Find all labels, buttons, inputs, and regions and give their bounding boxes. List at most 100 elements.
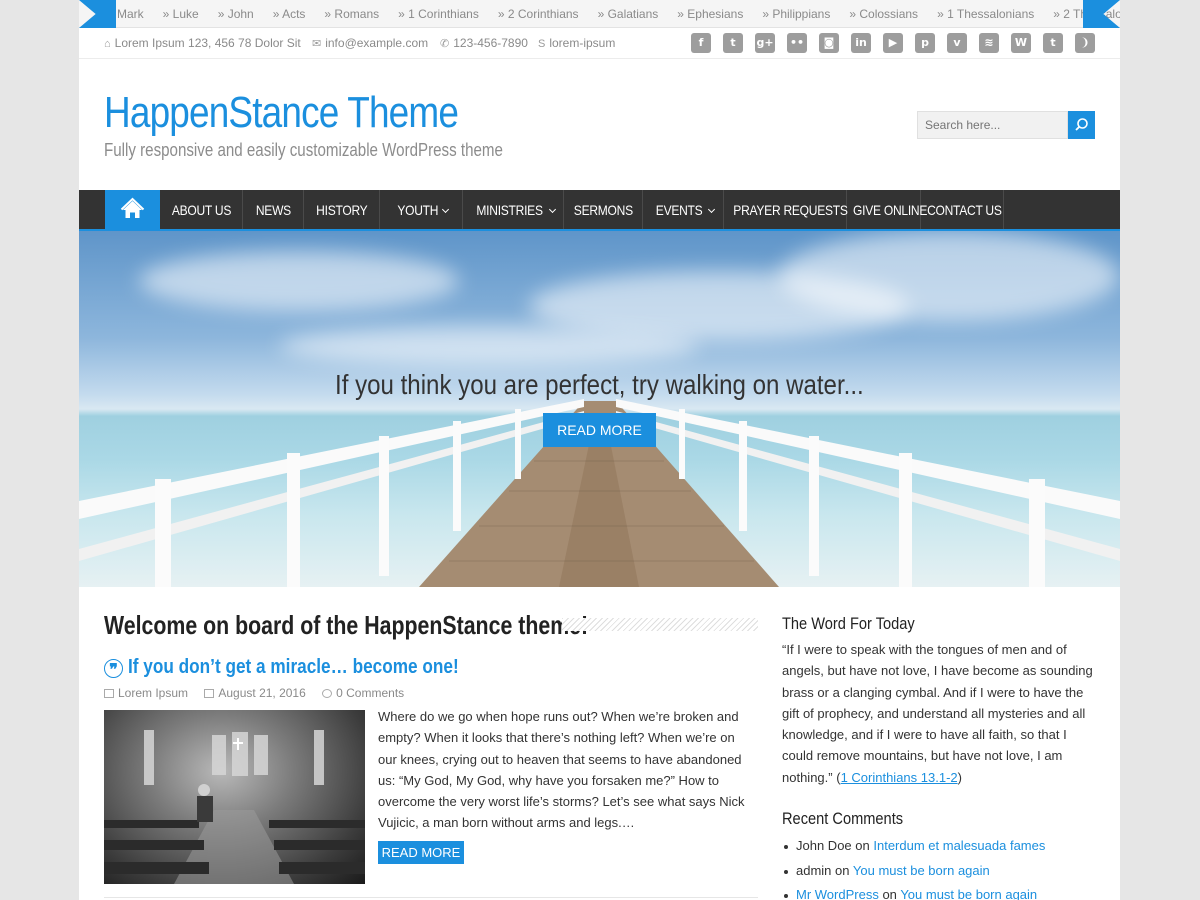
ticker-item[interactable]: Mark	[117, 0, 144, 27]
hero-slider: If you think you are perfect, try walkin…	[79, 231, 1120, 587]
nav-menu: ABOUT US NEWS HISTORY YOUTH MINISTRIES SERMON…	[160, 190, 1004, 229]
ticker-item[interactable]: » Philippians	[762, 0, 830, 27]
ticker-item[interactable]: » Romans	[324, 0, 379, 27]
phone-icon: ✆	[440, 38, 450, 50]
post-author[interactable]: Lorem Ipsum	[104, 686, 188, 700]
instagram-icon[interactable]: ◙	[819, 33, 839, 53]
linkedin-icon[interactable]: in	[851, 33, 871, 53]
nav-item-sermons[interactable]: SERMONS	[564, 190, 643, 229]
skype-text[interactable]: lorem-ipsum	[549, 36, 615, 50]
flickr-icon[interactable]: ••	[787, 33, 807, 53]
nav-item-label: EVENTS	[656, 202, 703, 218]
wordpress-icon[interactable]: W	[1011, 33, 1031, 53]
post-date-text: August 21, 2016	[218, 686, 306, 700]
comment-icon	[322, 689, 333, 698]
phone-text: 123-456-7890	[453, 36, 528, 50]
ticker-item[interactable]: » Ephesians	[677, 0, 743, 27]
search-button[interactable]	[1068, 111, 1095, 139]
ticker-item[interactable]: » Colossians	[849, 0, 918, 27]
chevron-down-icon	[707, 205, 715, 214]
nav-item-label: HISTORY	[315, 202, 368, 218]
home-icon	[120, 197, 145, 218]
word-for-today-text: “If I were to speak with the tongues of …	[782, 642, 1093, 785]
nav-item-label: ABOUT US	[171, 202, 231, 218]
quote-icon: ❞	[104, 659, 123, 679]
chevron-down-icon	[549, 205, 557, 214]
calendar-icon	[204, 689, 215, 698]
post-title-link[interactable]: If you don’t get a miracle… become one!	[128, 656, 459, 679]
pinterest-icon[interactable]: p	[915, 33, 935, 53]
comment-on-word: on	[835, 862, 850, 878]
post-divider	[104, 897, 758, 898]
nav-item-contact-us[interactable]: CONTACT US	[921, 190, 1004, 229]
ticker-item[interactable]: » 2 Corinthians	[498, 0, 579, 27]
facebook-icon[interactable]: f	[691, 33, 711, 53]
hero-read-more-button[interactable]: READ MORE	[543, 413, 656, 447]
post-author-text[interactable]: Lorem Ipsum	[118, 686, 188, 700]
contact-phone: ✆ 123-456-7890	[440, 28, 528, 59]
post-date: August 21, 2016	[204, 686, 306, 700]
comment-post-link[interactable]: You must be born again	[900, 887, 1037, 900]
welcome-heading: Welcome on board of the HappenStance the…	[104, 610, 758, 640]
email-text[interactable]: info@example.com	[325, 36, 428, 50]
pier-illustration	[79, 399, 1120, 587]
ticker-item[interactable]: » Acts	[273, 0, 306, 27]
heading-hatch-decoration	[562, 618, 758, 631]
comment-author: admin	[796, 862, 832, 878]
comment-on-word: on	[855, 838, 870, 853]
tumblr-icon[interactable]: t	[1043, 33, 1063, 53]
contact-address: ⌂ Lorem Ipsum 123, 456 78 Dolor Sit	[104, 28, 301, 59]
post-meta: Lorem Ipsum August 21, 2016 0 Comments	[104, 686, 417, 700]
ticker-item[interactable]: » 1 Corinthians	[398, 0, 479, 27]
vimeo-icon[interactable]: v	[947, 33, 967, 53]
chevron-down-icon	[442, 205, 450, 214]
scripture-reference-link[interactable]: 1 Corinthians 13.1-2	[841, 770, 958, 785]
post-comments-text[interactable]: 0 Comments	[336, 686, 404, 700]
post-thumbnail-church-interior[interactable]	[104, 710, 365, 884]
rss-icon[interactable]: ❩	[1075, 33, 1095, 53]
church-illustration	[104, 730, 365, 884]
search-form	[917, 111, 1095, 139]
nav-item-label: PRAYER REQUESTS	[733, 202, 848, 218]
google-plus-icon[interactable]: g+	[755, 33, 775, 53]
nav-item-label: MINISTRIES	[476, 202, 543, 218]
comment-author[interactable]: Mr WordPress	[796, 887, 879, 900]
hero-title-text: If you think you are perfect, try walkin…	[335, 369, 864, 400]
ticker-item[interactable]: » Luke	[163, 0, 199, 27]
spotify-icon[interactable]: ≋	[979, 33, 999, 53]
recent-comments-title: Recent Comments	[782, 809, 904, 828]
contact-bar: ⌂ Lorem Ipsum 123, 456 78 Dolor Sit ✉ info…	[79, 28, 1120, 59]
ticker-item[interactable]: » Galatians	[598, 0, 659, 27]
comment-author: John Doe	[796, 838, 852, 853]
post-comments-count[interactable]: 0 Comments	[322, 686, 404, 700]
ticker-item[interactable]: » 1 Thessalonians	[937, 0, 1034, 27]
post-read-more-button[interactable]: READ MORE	[378, 841, 464, 864]
nav-item-label: NEWS	[255, 202, 291, 218]
site-title[interactable]: HappenStance Theme	[104, 88, 459, 138]
nav-item-events[interactable]: EVENTS	[643, 190, 724, 229]
search-input[interactable]	[917, 111, 1068, 139]
nav-item-ministries[interactable]: MINISTRIES	[463, 190, 564, 229]
contact-skype[interactable]: Slorem-ipsum	[538, 28, 615, 59]
recent-comments-list: John Doe on Interdum et malesuada fames a…	[782, 834, 1102, 900]
nav-item-about-us[interactable]: ABOUT US	[160, 190, 243, 229]
nav-item-label: GIVE ONLINE	[853, 202, 928, 218]
nav-item-give-online[interactable]: GIVE ONLINE	[847, 190, 927, 229]
nav-item-history[interactable]: HISTORY	[304, 190, 380, 229]
main-nav: ABOUT US NEWS HISTORY YOUTH MINISTRIES SERMON…	[79, 190, 1120, 231]
nav-item-news[interactable]: NEWS	[243, 190, 304, 229]
nav-item-prayer-requests[interactable]: PRAYER REQUESTS	[724, 190, 848, 229]
comment-post-link[interactable]: You must be born again	[853, 863, 990, 878]
twitter-icon[interactable]: t	[723, 33, 743, 53]
ticker-item[interactable]: » John	[218, 0, 254, 27]
youtube-icon[interactable]: ▶	[883, 33, 903, 53]
nav-item-youth[interactable]: YOUTH	[380, 190, 463, 229]
scripture-text: “If I were to speak with the tongues of …	[782, 642, 1093, 785]
post-excerpt: Where do we go when hope runs out? When …	[378, 709, 745, 831]
comment-post-link[interactable]: Interdum et malesuada fames	[873, 838, 1045, 853]
recent-comment-item: John Doe on Interdum et malesuada fames	[782, 834, 1102, 859]
site-tagline: Fully responsive and easily customizable…	[104, 140, 503, 160]
nav-home[interactable]	[105, 190, 160, 229]
contact-email[interactable]: ✉ info@example.com	[312, 28, 428, 59]
bible-books-ticker: Mark » Luke » John » Acts » Romans » 1 Corint…	[79, 0, 1120, 28]
